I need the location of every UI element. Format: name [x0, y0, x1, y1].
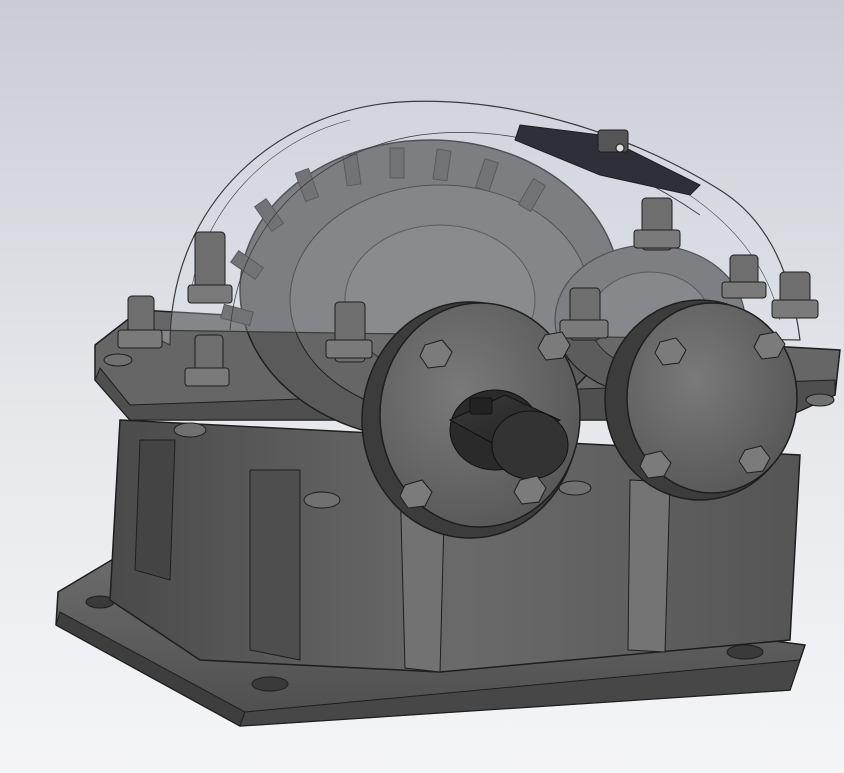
- mount-hole-right: [726, 644, 764, 660]
- gearbox-model[interactable]: [0, 0, 844, 773]
- mount-hole-front: [251, 676, 289, 692]
- bearing-cap-output: [604, 299, 798, 501]
- cad-3d-viewport[interactable]: [0, 0, 844, 773]
- bolt: [187, 231, 233, 304]
- bearing-cap-input: [361, 301, 581, 539]
